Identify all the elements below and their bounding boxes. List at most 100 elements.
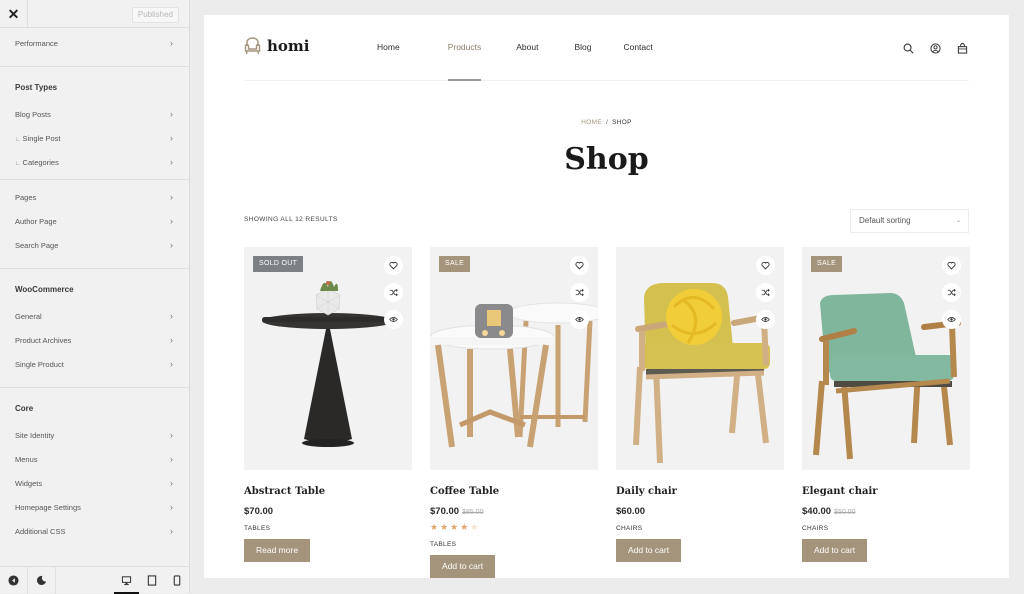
dark-mode-icon[interactable] [28,566,56,594]
breadcrumb-home-link[interactable]: HOME [581,119,602,126]
sidebar-item-single-product[interactable]: Single Product › [0,352,189,376]
site-preview: homi Home Products About Blog Contact HOME / S… [204,15,1009,578]
hide-controls-icon[interactable] [0,566,28,594]
star-icon: ★ [460,522,471,532]
sidebar-item-author-page[interactable]: Author Page › [0,209,189,233]
quick-view-eye-icon[interactable] [384,310,403,329]
compare-shuffle-icon[interactable] [942,283,961,302]
sidebar-item-pages[interactable]: Pages › [0,185,189,209]
compare-shuffle-icon[interactable] [756,283,775,302]
breadcrumb: HOME / SHOP [204,119,1009,126]
product-image-green-chair[interactable]: SALE [802,247,970,470]
sidebar-item-search-page[interactable]: Search Page › [0,233,189,257]
sidebar-item-general[interactable]: General › [0,304,189,328]
sidebar-item-widgets[interactable]: Widgets › [0,471,189,495]
nav-contact[interactable]: Contact [623,42,652,52]
account-icon[interactable] [928,41,942,55]
page-title: Shop [564,142,649,177]
product-category[interactable]: CHAIRS [802,525,970,532]
wishlist-heart-icon[interactable] [570,256,589,275]
star-icon: ★ [470,522,481,532]
sidebar-item-label: General [15,311,42,321]
desktop-icon[interactable] [114,567,139,594]
sidebar-item-label: Site Identity [15,430,55,440]
chevron-right-icon: › [170,359,173,369]
site-logo[interactable]: homi [244,37,309,55]
quick-view-eye-icon[interactable] [570,310,589,329]
sidebar-item-performance[interactable]: Performance › [0,31,189,55]
chevron-right-icon: › [170,526,173,536]
nav-home[interactable]: Home [377,42,400,52]
nav-about[interactable]: About [516,42,538,52]
chevron-right-icon: › [170,192,173,202]
add-to-cart-button[interactable]: Add to cart [430,555,496,578]
add-to-cart-button[interactable]: Add to cart [802,539,868,562]
product-image-abstract-table[interactable]: SOLD OUT [244,247,412,470]
sidebar-item-additional-css[interactable]: Additional CSS › [0,519,189,543]
sidebar-item-product-archives[interactable]: Product Archives › [0,328,189,352]
chevron-right-icon: › [170,157,173,167]
current-price: $40.00 [802,506,832,517]
product-category[interactable]: TABLES [244,525,412,532]
tablet-icon[interactable] [139,567,164,594]
header-icons [901,41,969,55]
chevron-right-icon: › [170,216,173,226]
published-button[interactable]: Published [131,7,179,23]
chevron-right-icon: › [170,454,173,464]
sidebar-item-label: Pages [15,192,37,202]
sorting-select[interactable]: Default sorting ⌄ [850,209,969,233]
sidebar-item-label: Additional CSS [15,526,66,536]
product-card: SALE Elegant chair $40.00 $50.00 CHAIRS Add t… [802,247,970,578]
sidebar-section: Performance › [0,28,189,67]
add-to-cart-button[interactable]: Add to cart [616,539,682,562]
sidebar-section: WooCommerce General › Product Archives › Sing… [0,269,189,388]
chevron-right-icon: › [170,478,173,488]
wishlist-heart-icon[interactable] [384,256,403,275]
compare-shuffle-icon[interactable] [384,283,403,302]
sidebar-item-single-post[interactable]: Single Post › [0,126,189,150]
product-category[interactable]: TABLES [430,541,598,548]
read-more-button[interactable]: Read more [244,539,311,562]
product-card: SOLD OUT Abstract Table $70.00 TABLES Read m… [244,247,412,578]
product-category[interactable]: CHAIRS [616,525,784,532]
search-icon[interactable] [901,41,915,55]
sidebar-item-site-identity[interactable]: Site Identity › [0,423,189,447]
compare-shuffle-icon[interactable] [570,283,589,302]
sidebar-item-menus[interactable]: Menus › [0,447,189,471]
product-image-coffee-table[interactable]: SALE [430,247,598,470]
chevron-down-icon: ⌄ [955,218,961,224]
sidebar-heading: Core [15,404,34,413]
star-icon: ★ [450,522,461,532]
sidebar-item-label: Categories [15,158,59,167]
current-price: $60.00 [616,506,646,517]
product-name[interactable]: Coffee Table [430,486,598,497]
sale-badge: SALE [439,256,471,272]
close-icon[interactable]: ✕ [0,0,28,28]
current-price: $70.00 [244,506,274,517]
product-name[interactable]: Abstract Table [244,486,412,497]
nav-blog[interactable]: Blog [574,42,591,52]
product-name[interactable]: Daily chair [616,486,784,497]
product-image-yellow-chair[interactable] [616,247,784,470]
sidebar-item-label: Menus [15,454,38,464]
wishlist-heart-icon[interactable] [756,256,775,275]
device-switcher [114,567,189,594]
sidebar-item-categories[interactable]: Categories › [0,150,189,174]
cart-bag-icon[interactable] [955,41,969,55]
sidebar-item-homepage-settings[interactable]: Homepage Settings › [0,495,189,519]
quick-view-eye-icon[interactable] [756,310,775,329]
mobile-icon[interactable] [164,567,189,594]
sidebar-item-label: Single Post [15,134,61,143]
star-icon: ★ [440,522,451,532]
wishlist-heart-icon[interactable] [942,256,961,275]
original-price: $85.00 [462,509,484,516]
product-price: $70.00 [244,506,412,517]
product-price: $60.00 [616,506,784,517]
nav-products[interactable]: Products [447,42,481,81]
product-name[interactable]: Elegant chair [802,486,970,497]
chevron-right-icon: › [170,109,173,119]
sidebar-item-blog-posts[interactable]: Blog Posts › [0,102,189,126]
quick-view-eye-icon[interactable] [942,310,961,329]
sidebar-item-label: Performance [15,38,58,48]
sidebar-item-label: Author Page [15,216,57,226]
